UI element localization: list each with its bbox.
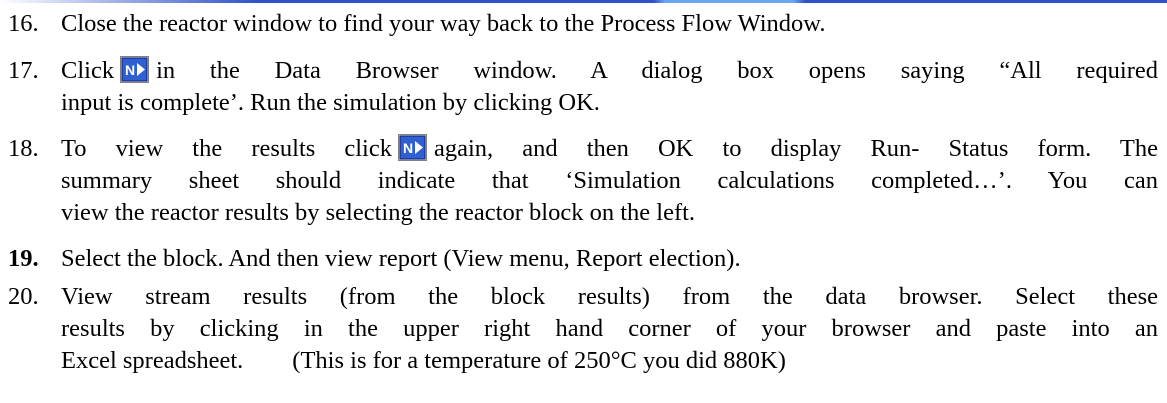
step-number: 17. xyxy=(8,57,39,84)
next-arrow-icon: N xyxy=(120,56,150,83)
step-text-line: input is complete’. Run the simulation b… xyxy=(61,89,600,116)
step-text-line: View stream results (from the block resu… xyxy=(61,283,1158,310)
step-text-fragment: in the Data Browser window. A dialog box… xyxy=(156,57,1158,84)
step-text-line: results by clicking in the upper right h… xyxy=(61,315,1158,342)
svg-text:N: N xyxy=(125,62,135,78)
step-text-fragment: Click xyxy=(61,57,115,84)
step-number: 20. xyxy=(8,283,39,310)
top-rule xyxy=(0,0,1167,3)
svg-text:N: N xyxy=(403,140,413,156)
next-arrow-icon: N xyxy=(397,134,427,161)
step-text-line: To view the results click Nagain, and the… xyxy=(61,133,1158,164)
step-text-line: view the reactor results by selecting th… xyxy=(61,199,696,226)
step-number: 19. xyxy=(8,245,39,272)
step-text-fragment: To view the results click xyxy=(61,135,392,162)
step-text: Select the block. And then view report (… xyxy=(61,245,741,272)
step-number: 18. xyxy=(8,135,39,162)
step-text-line: Excel spreadsheet. (This is for a temper… xyxy=(61,347,786,374)
step-number: 16. xyxy=(8,10,39,37)
step-text-line: summary sheet should indicate that ‘Simu… xyxy=(61,167,1158,194)
step-text-line: Click Nin the Data Browser window. A dial… xyxy=(61,55,1158,86)
step-text-fragment: again, and then OK to display Run- Statu… xyxy=(433,135,1158,162)
step-text: Close the reactor window to find your wa… xyxy=(61,10,826,37)
